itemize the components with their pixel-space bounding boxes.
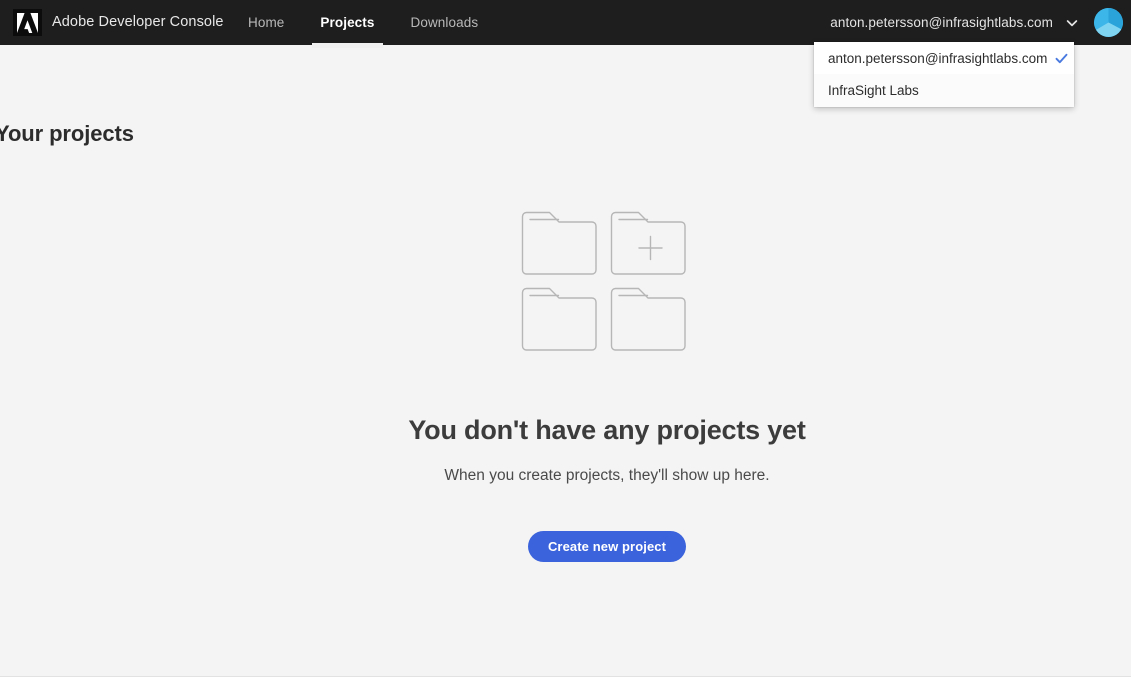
- dropdown-item-organization-label: InfraSight Labs: [828, 82, 919, 98]
- nav-item-home-label: Home: [248, 15, 285, 30]
- check-icon: [1055, 52, 1068, 65]
- account-menu-trigger[interactable]: anton.petersson@infrasightlabs.com: [830, 0, 1079, 45]
- nav-item-downloads-label: Downloads: [410, 15, 479, 30]
- adobe-logo-icon[interactable]: [13, 9, 42, 36]
- main-nav: Home Projects Downloads: [230, 0, 497, 48]
- page-title: Your projects: [0, 120, 134, 146]
- user-avatar-icon[interactable]: [1094, 8, 1123, 37]
- dropdown-item-account-email-label: anton.petersson@infrasightlabs.com: [828, 50, 1048, 66]
- account-email-label: anton.petersson@infrasightlabs.com: [830, 15, 1053, 30]
- empty-state-panel: You don't have any projects yet When you…: [0, 205, 1131, 562]
- top-header-bar: Adobe Developer Console Home Projects Do…: [0, 0, 1131, 48]
- folders-empty-illustration: [521, 205, 693, 365]
- empty-state-title: You don't have any projects yet: [408, 415, 806, 445]
- chevron-down-icon: [1065, 16, 1079, 30]
- brand-title: Adobe Developer Console: [52, 14, 224, 30]
- account-dropdown-menu: anton.petersson@infrasightlabs.com Infra…: [814, 42, 1074, 107]
- empty-state-subtitle: When you create projects, they'll show u…: [444, 467, 770, 484]
- nav-item-projects-label: Projects: [320, 15, 375, 30]
- main-content-area: Your projects You don't have any project…: [0, 45, 1131, 677]
- create-new-project-button[interactable]: Create new project: [527, 531, 687, 562]
- dropdown-item-account-email[interactable]: anton.petersson@infrasightlabs.com: [814, 42, 1074, 74]
- dropdown-item-organization[interactable]: InfraSight Labs: [814, 74, 1074, 106]
- nav-item-projects[interactable]: Projects: [302, 0, 392, 48]
- nav-item-downloads[interactable]: Downloads: [393, 0, 497, 45]
- nav-item-home[interactable]: Home: [230, 0, 302, 45]
